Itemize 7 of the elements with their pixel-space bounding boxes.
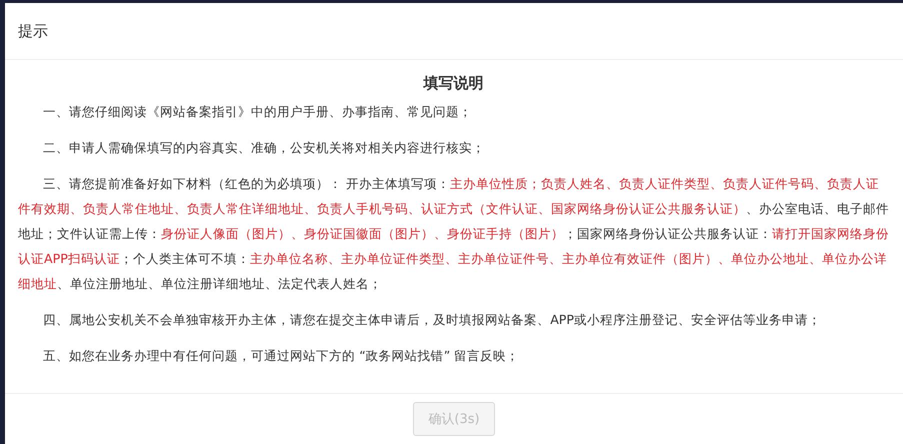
instruction-paragraph: 三、请您提前准备好如下材料（红色的为必填项）： 开办主体填写项：主办单位性质；负责人姓名、负责人证件类型、负责人证件号码、负责人证件有效期、负责人常住地址、负责人常住详细地址、负责人手机号码、认证方式（文件认证、国家网络身份认证公共服务认证）、办公室电话、电子邮件地址；文件认证需上传：身份证人像面（图片）、身份证国徽面（图片）、身份证手持（图片）；国家网络身份认证公共服务认证：请打开国家网络身份认证APP扫码认证；个人类主体可不填：主办单位名称、主办单位证件类型、主办单位证件号、主办单位有效证件（图片）、单位办公地址、单位办公详细地址、单位注册地址、单位注册详细地址、法定代表人姓名； (18, 175, 889, 293)
instruction-paragraph: 四、属地公安机关不会单独审核开办主体，请您在提交主体申请后，及时填报网站备案、APP或小程序注册登记、安全评估等业务申请； (42, 311, 822, 329)
dialog-title: 提示 (18, 22, 48, 40)
instruction-paragraph: 一、请您仔细阅读《网站备案指引》中的用户手册、办事指南、常见问题； (42, 103, 474, 121)
instructions-heading: 填写说明 (422, 74, 484, 93)
instruction-paragraph: 五、如您在业务办理中有任何问题，可通过网站下方的 “政务网站找错” 留言反映； (42, 347, 520, 365)
instruction-paragraph: 二、申请人需确保填写的内容真实、准确，公安机关将对相关内容进行核实； (42, 139, 486, 157)
